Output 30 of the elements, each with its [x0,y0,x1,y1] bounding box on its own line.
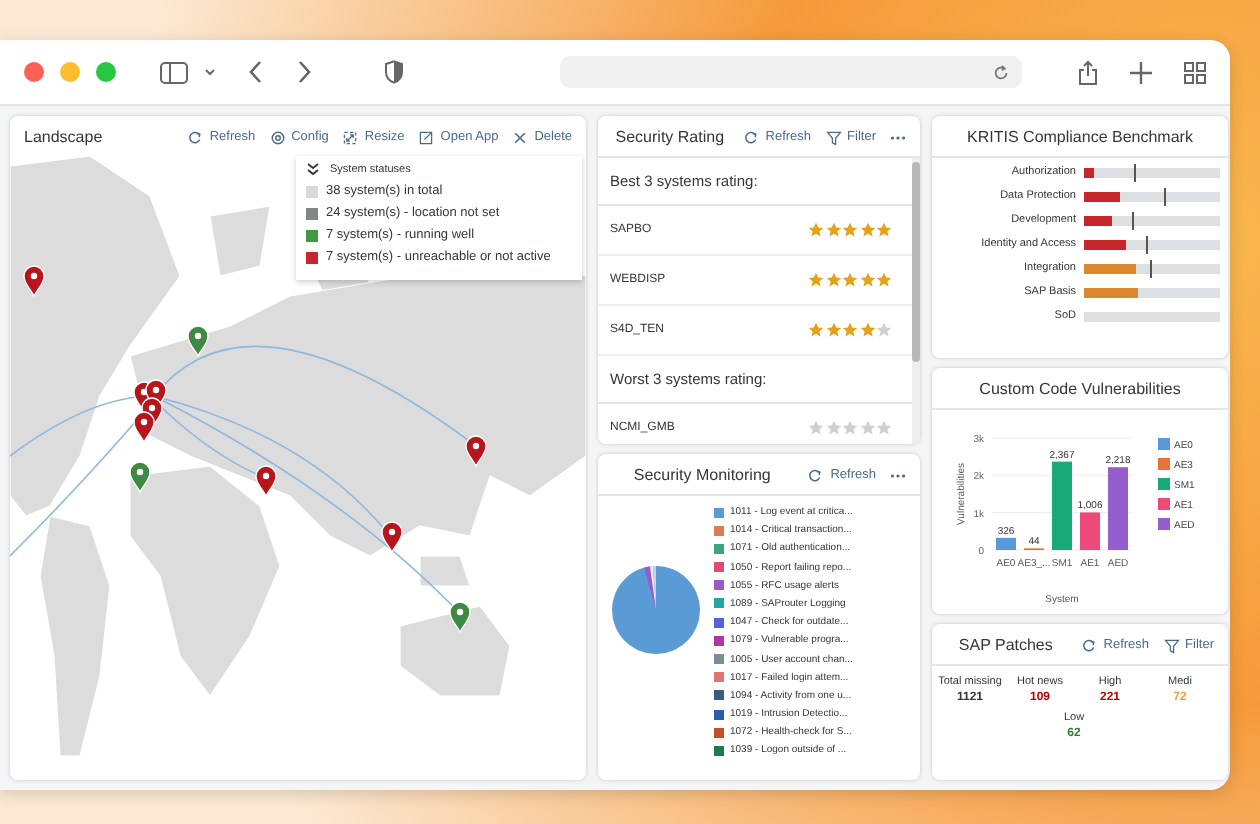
scrollbar-thumb[interactable] [912,162,920,362]
bar-track [1084,311,1220,321]
card-title: Custom Code Vulnerabilities [979,380,1181,398]
reload-icon[interactable] [992,63,1010,81]
chevron-down-icon[interactable] [204,66,216,78]
filter-icon [1163,637,1180,653]
forward-icon[interactable] [296,60,312,84]
close-window-button[interactable] [24,62,44,82]
refresh-icon [743,129,760,145]
sidebar-icon[interactable] [160,61,188,83]
back-icon[interactable] [248,60,264,84]
card-title: KRITIS Compliance Benchmark [967,128,1193,146]
refresh-icon [1081,637,1098,653]
pie-chart-drawing [610,564,702,656]
card-title: Landscape [24,128,103,146]
card-title: Security Rating [615,128,725,146]
open-icon [418,129,435,145]
tabs-overview-icon[interactable] [1184,61,1206,83]
filter-icon [825,129,842,145]
close-icon [512,129,529,145]
refresh-icon [187,129,204,145]
card-title: SAP Patches [958,636,1053,654]
share-icon[interactable] [1078,59,1098,85]
card-title: Security Monitoring [633,466,771,484]
gear-icon [269,129,286,145]
collapse-icon[interactable] [306,162,320,176]
refresh-icon [808,467,825,483]
resize-icon [342,129,359,145]
shield-icon[interactable] [384,60,404,84]
new-tab-icon[interactable] [1130,61,1152,83]
